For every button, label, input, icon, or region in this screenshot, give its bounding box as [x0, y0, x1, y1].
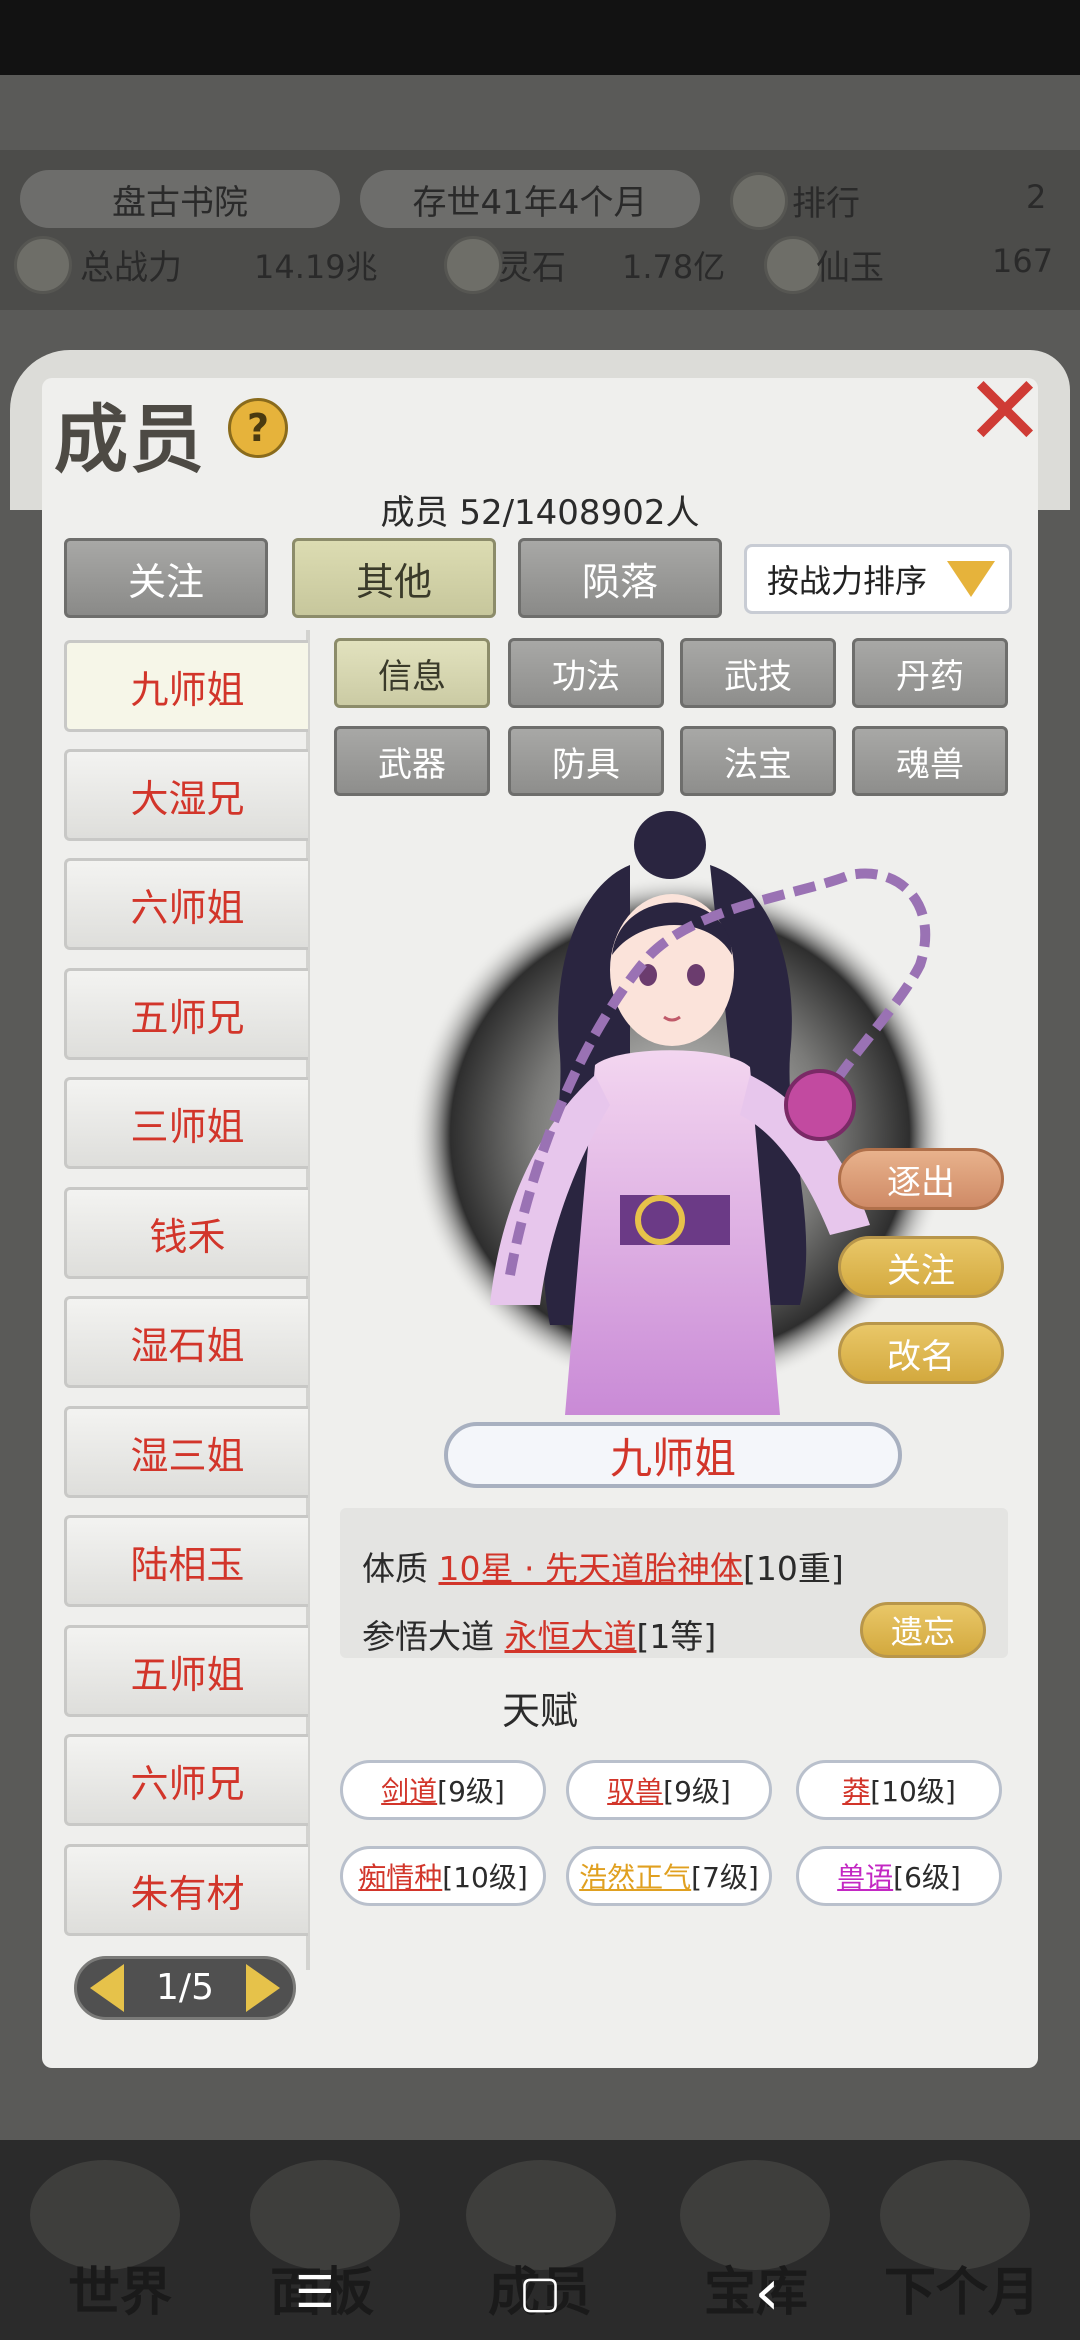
- talent-level: [10级]: [442, 1861, 528, 1894]
- tab-follow[interactable]: 关注: [64, 538, 268, 618]
- member-count: 成员 52/1408902人: [380, 493, 700, 533]
- immortal-jade-label: 仙玉: [816, 248, 884, 288]
- sort-dropdown[interactable]: 按战力排序: [744, 544, 1012, 614]
- talent-level: [10级]: [870, 1775, 956, 1808]
- talent-badge[interactable]: 剑道 [9级]: [340, 1760, 546, 1820]
- talent-title: 天赋: [501, 1689, 578, 1733]
- member-item[interactable]: 五师兄: [64, 968, 308, 1060]
- tab-other[interactable]: 其他: [292, 538, 496, 618]
- physique-row: 体质 10星 · 先天道胎神体[10重]: [362, 1542, 844, 1590]
- menu-icon[interactable]: ☰: [280, 2258, 350, 2328]
- subtab-skills[interactable]: 武技: [680, 638, 836, 708]
- power-value: 14.19兆: [254, 248, 378, 286]
- dao-row: 参悟大道 永恒大道[1等]: [362, 1610, 716, 1658]
- character-name: 九师姐: [444, 1422, 902, 1488]
- subtab-info[interactable]: 信息: [334, 638, 490, 708]
- member-item[interactable]: 湿三姐: [64, 1406, 308, 1498]
- talent-level: [9级]: [663, 1775, 731, 1808]
- dao-label: 参悟大道: [362, 1617, 494, 1656]
- next-page-icon[interactable]: [246, 1964, 280, 2012]
- chevron-down-icon: [947, 561, 995, 597]
- member-item[interactable]: 大湿兄: [64, 749, 308, 841]
- member-item[interactable]: 陆相玉: [64, 1515, 308, 1607]
- power-icon: [14, 236, 72, 294]
- spirit-stone-label: 灵石: [498, 248, 566, 288]
- back-icon[interactable]: ‹: [732, 2258, 802, 2328]
- member-item[interactable]: 九师姐: [64, 640, 308, 732]
- talent-level: [7级]: [691, 1861, 759, 1894]
- member-item[interactable]: 钱禾: [64, 1187, 308, 1279]
- power-label: 总战力: [80, 248, 182, 288]
- page-indicator: 1/5: [156, 1967, 214, 2008]
- talent-name: 莽: [842, 1775, 871, 1808]
- rank-value: 2: [1026, 178, 1047, 216]
- physique-level: [10重]: [742, 1549, 844, 1588]
- talent-badge[interactable]: 兽语 [6级]: [796, 1846, 1002, 1906]
- physique-value[interactable]: 10星 · 先天道胎神体: [439, 1549, 743, 1588]
- home-icon[interactable]: ▢: [505, 2258, 575, 2328]
- tab-fallen[interactable]: 陨落: [518, 538, 722, 618]
- subtab-artifact[interactable]: 法宝: [680, 726, 836, 796]
- close-icon[interactable]: ✕: [960, 363, 1050, 459]
- rank-icon: [730, 172, 788, 230]
- talent-level: [6级]: [893, 1861, 961, 1894]
- panel-title: 成员: [54, 397, 206, 483]
- nav-world[interactable]: 世界: [20, 2250, 220, 2325]
- subtab-armor[interactable]: 防具: [508, 726, 664, 796]
- talent-badge[interactable]: 浩然正气 [7级]: [566, 1846, 772, 1906]
- talent-badge[interactable]: 痴情种 [10级]: [340, 1846, 546, 1906]
- forget-button[interactable]: 遗忘: [860, 1602, 986, 1658]
- help-icon[interactable]: ?: [228, 398, 288, 458]
- prev-page-icon[interactable]: [90, 1964, 124, 2012]
- expel-button[interactable]: 逐出: [838, 1148, 1004, 1210]
- subtab-soul-beast[interactable]: 魂兽: [852, 726, 1008, 796]
- talent-badge[interactable]: 驭兽 [9级]: [566, 1760, 772, 1820]
- talent-name: 痴情种: [358, 1861, 443, 1894]
- subtab-techniques[interactable]: 功法: [508, 638, 664, 708]
- dao-value[interactable]: 永恒大道: [505, 1617, 637, 1656]
- spirit-stone-icon: [444, 236, 502, 294]
- subtab-weapon[interactable]: 武器: [334, 726, 490, 796]
- member-item[interactable]: 六师姐: [64, 858, 308, 950]
- talent-name: 兽语: [837, 1861, 894, 1894]
- sect-name: 盘古书院: [20, 170, 340, 228]
- physique-label: 体质: [362, 1549, 428, 1588]
- talent-name: 浩然正气: [579, 1861, 692, 1894]
- member-item[interactable]: 朱有材: [64, 1844, 308, 1936]
- rank-label: 排行: [792, 184, 860, 224]
- rename-button[interactable]: 改名: [838, 1322, 1004, 1384]
- immortal-jade-value: 167: [992, 242, 1054, 280]
- talent-level: [9级]: [437, 1775, 505, 1808]
- follow-button[interactable]: 关注: [838, 1236, 1004, 1298]
- member-item[interactable]: 六师兄: [64, 1734, 308, 1826]
- spirit-stone-value: 1.78亿: [622, 248, 726, 286]
- dao-level: [1等]: [636, 1617, 717, 1656]
- sect-age: 存世41年4个月: [360, 170, 700, 228]
- status-bar: [0, 0, 1080, 75]
- subtab-pills[interactable]: 丹药: [852, 638, 1008, 708]
- member-item[interactable]: 湿石姐: [64, 1296, 308, 1388]
- nav-next-month[interactable]: 下个月: [862, 2250, 1062, 2325]
- talent-name: 驭兽: [607, 1775, 664, 1808]
- immortal-jade-icon: [764, 236, 822, 294]
- talent-badge[interactable]: 莽 [10级]: [796, 1760, 1002, 1820]
- sort-label: 按战力排序: [767, 562, 928, 600]
- talent-name: 剑道: [381, 1775, 438, 1808]
- member-item[interactable]: 三师姐: [64, 1077, 308, 1169]
